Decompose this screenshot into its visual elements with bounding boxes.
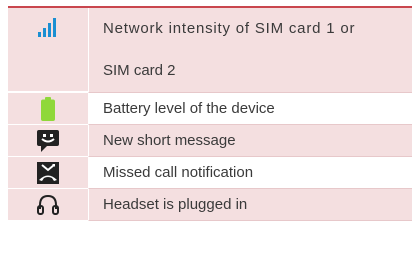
text-cell: Headset is plugged in <box>88 189 412 221</box>
row-description: Battery level of the device <box>103 100 275 117</box>
row-description-continued: SIM card 2 <box>103 62 176 79</box>
text-cell: Battery level of the device <box>88 93 412 125</box>
row-description: Missed call notification <box>103 164 254 181</box>
table-row: Headset is plugged in <box>8 189 412 221</box>
status-icons-table: Network intensity of SIM card 1 or SIM c… <box>8 6 412 221</box>
signal-strength-icon <box>38 18 56 37</box>
row-description: New short message <box>103 132 236 149</box>
text-cell: Missed call notification <box>88 157 412 189</box>
icon-cell <box>8 93 88 125</box>
text-cell: Network intensity of SIM card 1 or SIM c… <box>88 8 412 93</box>
row-description: Headset is plugged in <box>103 196 248 213</box>
headset-icon <box>37 194 59 215</box>
battery-icon <box>41 96 55 121</box>
icon-cell <box>8 157 88 189</box>
missed-call-icon <box>37 161 59 184</box>
icon-cell <box>8 8 88 92</box>
table-row: New short message <box>8 125 412 157</box>
table-row: Network intensity of SIM card 1 or SIM c… <box>8 8 412 93</box>
icon-cell <box>8 189 88 221</box>
icon-cell <box>8 125 88 157</box>
table-row: Missed call notification <box>8 157 412 189</box>
new-message-icon <box>37 129 59 152</box>
text-cell: New short message <box>88 125 412 157</box>
table-row: Battery level of the device <box>8 93 412 125</box>
row-description: Network intensity of SIM card 1 or <box>103 20 356 37</box>
